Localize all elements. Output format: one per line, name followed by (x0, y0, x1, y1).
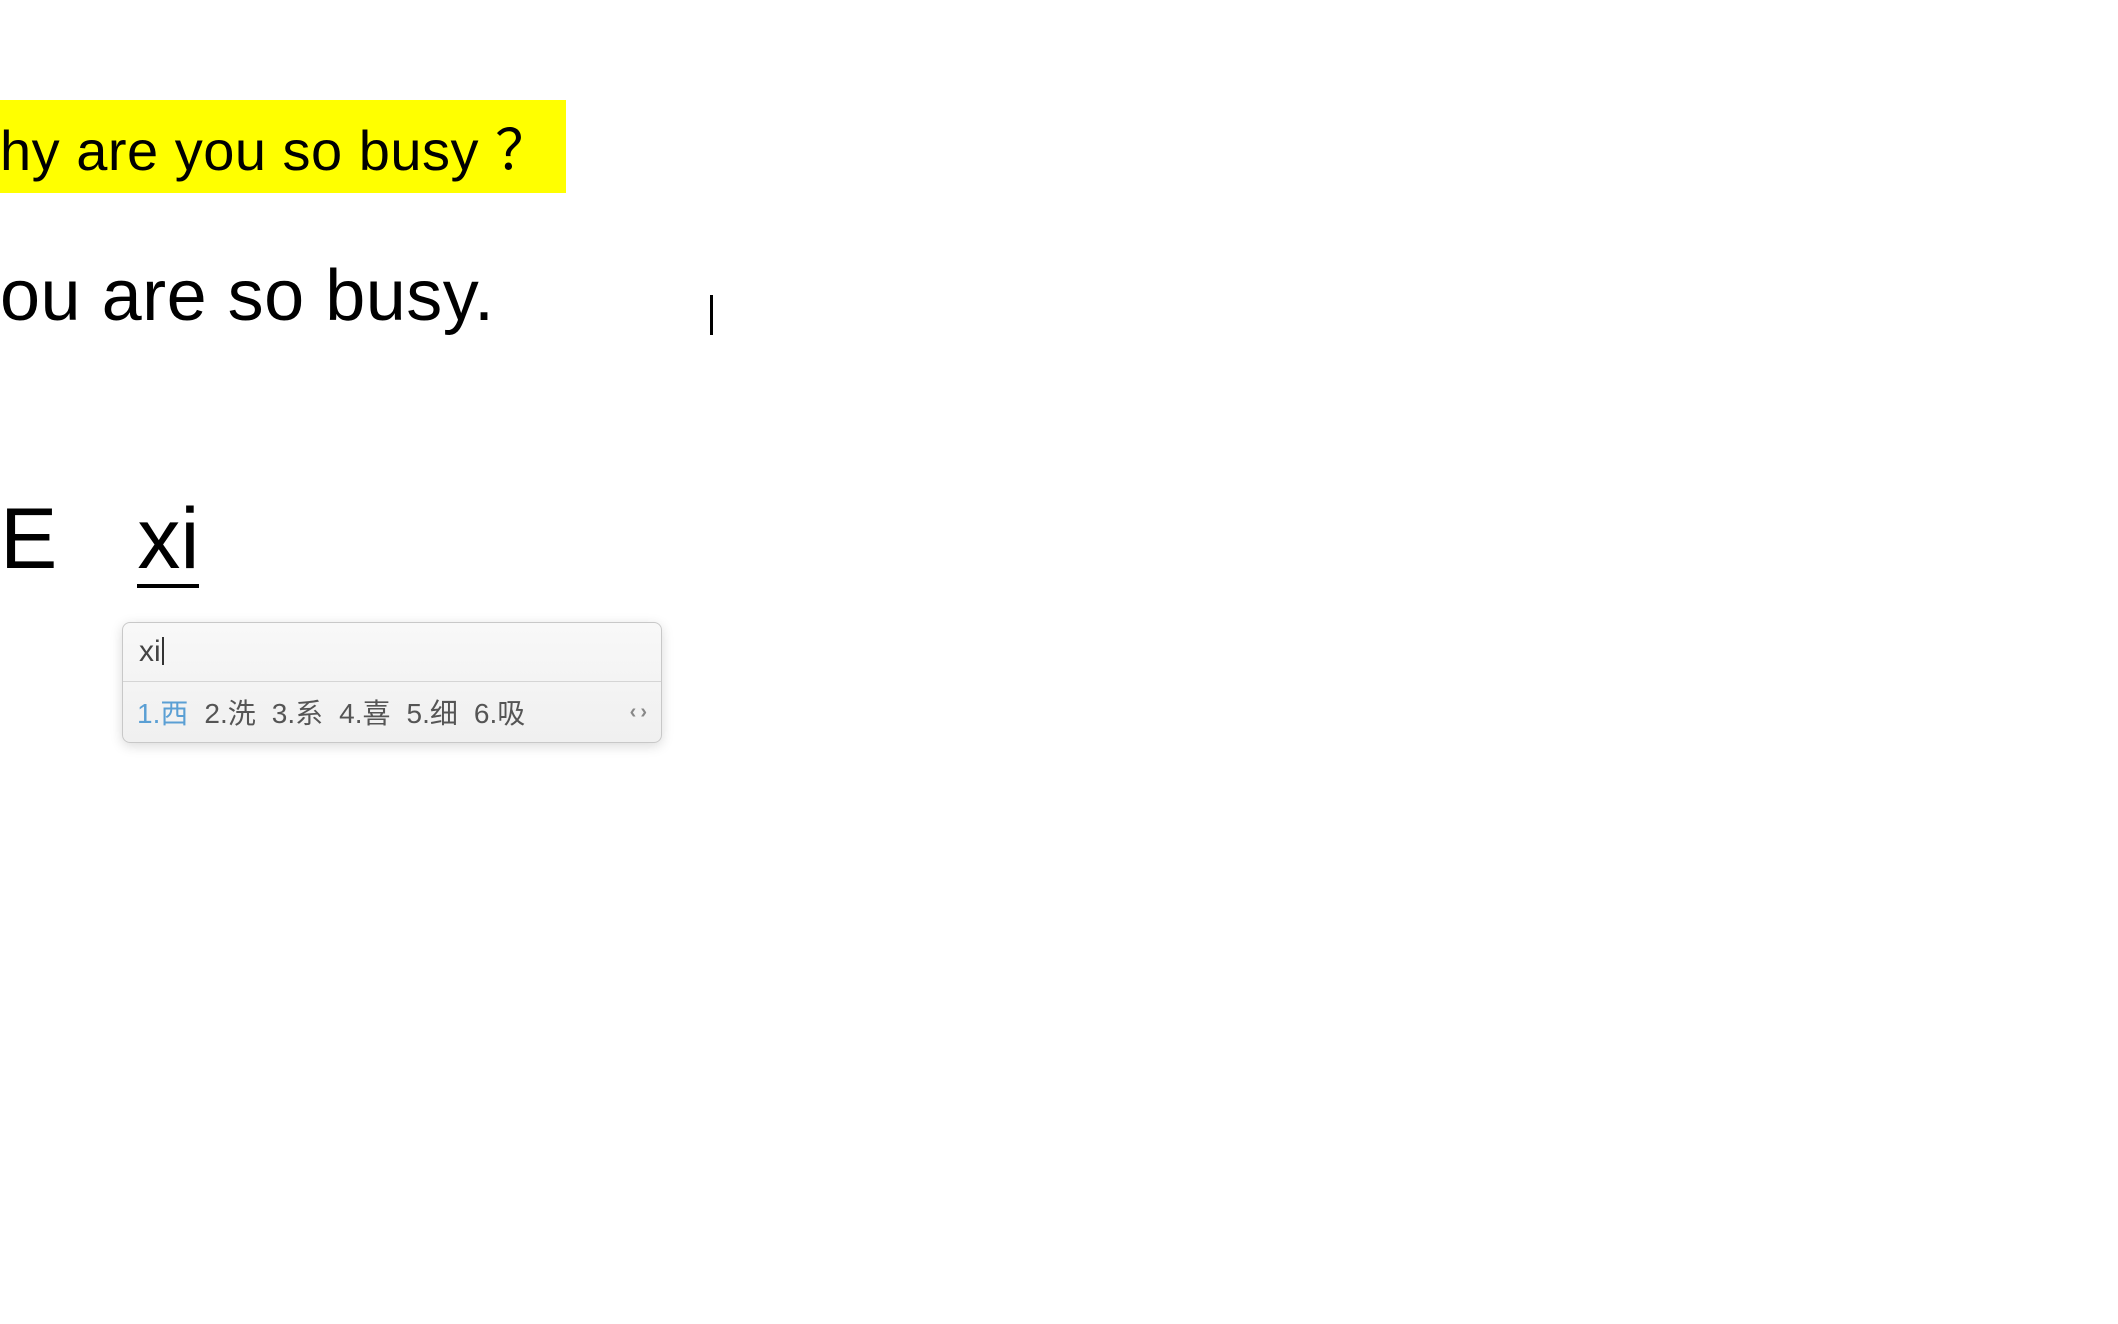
ime-candidates-row: 1.西 2.洗 3.系 4.喜 5.细 6.吸 ‹ › (123, 682, 661, 742)
composition-prefix: E (0, 490, 57, 589)
chevron-left-icon[interactable]: ‹ (630, 701, 637, 724)
ime-input-row: xi (123, 623, 661, 682)
ime-candidate-4[interactable]: 4.喜 (339, 692, 390, 732)
composition-pinyin: xi (137, 496, 199, 588)
ime-candidate-6[interactable]: 6.吸 (474, 692, 525, 732)
ime-candidate-1[interactable]: 1.西 (137, 692, 188, 732)
highlighted-text-line[interactable]: hy are you so busy ？ (0, 100, 566, 193)
ime-candidate-3[interactable]: 3.系 (272, 692, 323, 732)
chevron-right-icon[interactable]: › (640, 701, 647, 724)
ime-candidate-2[interactable]: 2.洗 (204, 692, 255, 732)
ime-candidate-5[interactable]: 5.细 (407, 692, 458, 732)
ime-input-caret (162, 637, 164, 665)
text-cursor (710, 295, 713, 335)
plain-text-line[interactable]: ou are so busy. (0, 255, 494, 337)
ime-candidate-panel: xi 1.西 2.洗 3.系 4.喜 5.细 6.吸 ‹ › (122, 622, 662, 743)
composition-area[interactable]: E xi (0, 490, 199, 589)
ime-input-text: xi (139, 635, 161, 669)
ime-pager: ‹ › (630, 701, 647, 724)
